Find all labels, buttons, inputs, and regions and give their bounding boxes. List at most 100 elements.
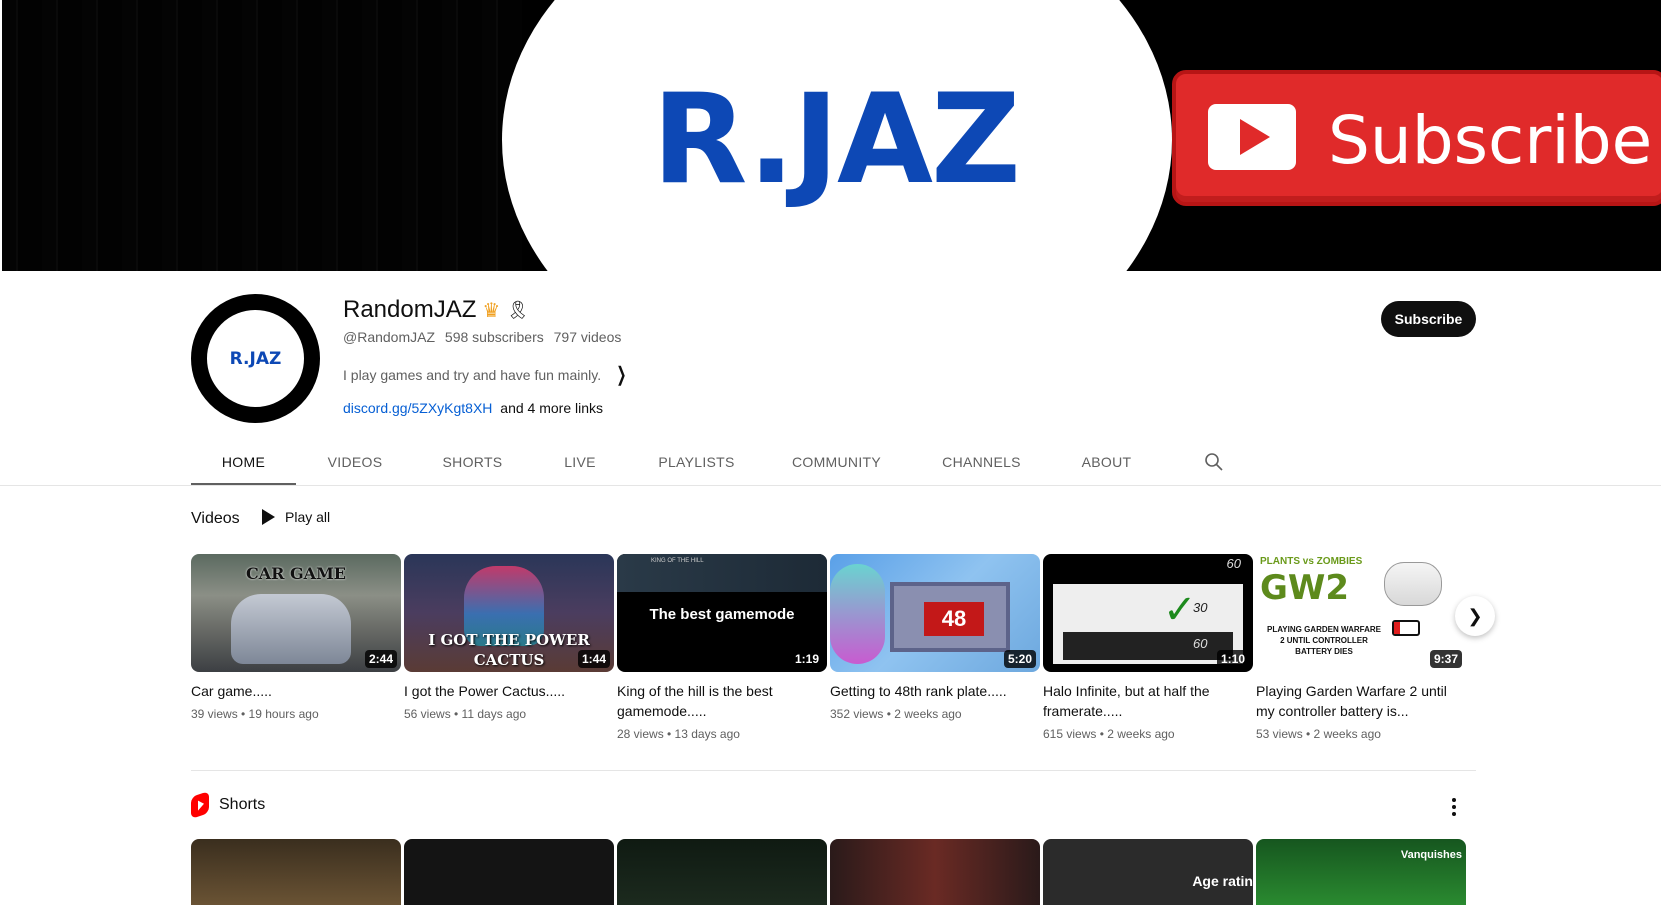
tab-community[interactable]: COMMUNITY [764, 446, 909, 486]
tab-about[interactable]: ABOUT [1054, 446, 1159, 486]
channel-banner: R.JAZ Subscribe [2, 0, 1661, 271]
video-title[interactable]: King of the hill is the best gamemode...… [617, 681, 827, 721]
fps-label: 60 [1193, 636, 1208, 651]
video-title[interactable]: I got the Power Cactus..... [404, 681, 614, 701]
banner-subscribe-graphic: Subscribe [1172, 70, 1661, 206]
car-image [231, 594, 351, 664]
banner-subscribe-text: Subscribe [1328, 102, 1653, 179]
channel-link[interactable]: discord.gg/5ZXyKgt8XH [343, 400, 492, 416]
tab-home[interactable]: HOME [191, 446, 296, 486]
tab-live[interactable]: LIVE [531, 446, 629, 486]
short-card[interactable]: Age ratin [1043, 839, 1253, 905]
channel-avatar[interactable]: R.JAZ [191, 294, 320, 423]
videos-shelf-title[interactable]: Videos [191, 510, 240, 528]
video-thumbnail[interactable]: PLANTS vs ZOMBIES GW2 PLAYING GARDEN WAR… [1256, 554, 1466, 672]
shorts-icon [191, 791, 209, 819]
tab-shorts[interactable]: SHORTS [414, 446, 531, 486]
short-card[interactable] [191, 839, 401, 905]
play-icon [1208, 104, 1296, 170]
video-duration: 1:19 [790, 650, 823, 668]
ribbon-icon: 🎗 [506, 299, 530, 320]
video-duration: 2:44 [364, 650, 397, 668]
more-links[interactable]: and 4 more links [500, 400, 603, 416]
video-thumbnail[interactable]: CAR GAME 2:44 [191, 554, 401, 672]
play-all-label: Play all [285, 509, 331, 525]
avatar-text: R.JAZ [229, 348, 282, 369]
channel-description[interactable]: I play games and try and have fun mainly… [343, 362, 630, 387]
subscribe-button[interactable]: Subscribe [1381, 301, 1476, 337]
video-meta: 56 views • 11 days ago [404, 707, 527, 721]
short-card[interactable]: Vanquishes [1256, 839, 1466, 905]
search-icon[interactable] [1204, 452, 1224, 472]
character-image [830, 564, 885, 664]
tab-channels[interactable]: CHANNELS [909, 446, 1054, 486]
video-title[interactable]: Playing Garden Warfare 2 until my contro… [1256, 681, 1466, 721]
shorts-shelf-header[interactable]: Shorts [191, 791, 266, 819]
fps-label: 60 [1226, 556, 1241, 571]
tab-videos[interactable]: VIDEOS [296, 446, 414, 486]
video-thumbnail[interactable]: 48 5:20 [830, 554, 1040, 672]
video-duration: 9:37 [1429, 650, 1462, 668]
video-meta: 28 views • 13 days ago [617, 727, 740, 741]
video-card[interactable]: 48 5:20 Getting to 48th rank plate..... … [830, 554, 1040, 721]
video-meta: 53 views • 2 weeks ago [1256, 727, 1381, 741]
thumbnail-header-text: KING OF THE HILL [651, 558, 704, 564]
video-duration: 1:44 [577, 650, 610, 668]
video-title[interactable]: Halo Infinite, but at half the framerate… [1043, 681, 1253, 721]
tab-playlists[interactable]: PLAYLISTS [629, 446, 764, 486]
thumbnail-logo: GW2 [1260, 568, 1350, 608]
check-icon: ✓ [1163, 588, 1197, 632]
short-overlay-text: Vanquishes [1400, 849, 1462, 861]
controller-image [1384, 562, 1442, 606]
chevron-right-icon[interactable]: ❯ [616, 362, 626, 387]
short-overlay-text: Age ratin [1192, 873, 1253, 889]
video-title[interactable]: Getting to 48th rank plate..... [830, 681, 1040, 701]
channel-links: discord.gg/5ZXyKgt8XH and 4 more links [343, 400, 603, 416]
rank-number: 48 [924, 602, 984, 636]
video-meta: 352 views • 2 weeks ago [830, 707, 962, 721]
description-text: I play games and try and have fun mainly… [343, 366, 602, 383]
channel-meta: @RandomJAZ 598 subscribers 797 videos [343, 329, 627, 345]
channel-handle: @RandomJAZ [343, 329, 436, 345]
play-icon [262, 509, 275, 525]
framerate-bar [1063, 632, 1233, 660]
video-thumbnail[interactable]: KING OF THE HILL The best gamemode 1:19 [617, 554, 827, 672]
short-card[interactable] [830, 839, 1040, 905]
video-meta: 615 views • 2 weeks ago [1043, 727, 1175, 741]
video-card[interactable]: 60 30 ✓ 60 1:10 Halo Infinite, but at ha… [1043, 554, 1253, 741]
framerate-panel [1053, 584, 1243, 664]
battery-icon [1392, 620, 1420, 636]
banner-background [2, 0, 522, 271]
video-card[interactable]: CAR GAME 2:44 Car game..... 39 views • 1… [191, 554, 401, 721]
thumbnail-text: PLAYING GARDEN WARFARE 2 UNTIL CONTROLLE… [1267, 625, 1381, 656]
shelf-next-button[interactable]: ❯ [1455, 596, 1495, 636]
video-meta: 39 views • 19 hours ago [191, 707, 319, 721]
banner-logo: R.JAZ [652, 68, 1021, 212]
play-all-button[interactable]: Play all [262, 509, 330, 525]
shelf-divider [191, 770, 1476, 771]
more-options-icon[interactable] [1452, 795, 1456, 819]
channel-name: RandomJAZ [343, 296, 477, 323]
video-card[interactable]: KING OF THE HILL The best gamemode 1:19 … [617, 554, 827, 741]
channel-tabs: HOME VIDEOS SHORTS LIVE PLAYLISTS COMMUN… [191, 446, 1159, 486]
crown-icon: ♛ [482, 299, 501, 322]
chevron-right-icon: ❯ [1467, 605, 1483, 626]
short-card[interactable] [404, 839, 614, 905]
channel-name-row: RandomJAZ ♛ 🎗 [343, 296, 529, 324]
video-thumbnail[interactable]: 60 30 ✓ 60 1:10 [1043, 554, 1253, 672]
tabs-divider [0, 485, 1661, 486]
video-card[interactable]: I GOT THE POWER CACTUS 1:44 I got the Po… [404, 554, 614, 721]
video-count: 797 videos [553, 329, 622, 345]
thumbnail-text: CAR GAME [246, 564, 346, 583]
thumbnail-text: The best gamemode [649, 606, 795, 623]
video-duration: 1:10 [1216, 650, 1249, 668]
short-card[interactable] [617, 839, 827, 905]
video-title[interactable]: Car game..... [191, 681, 401, 701]
subscriber-count: 598 subscribers [444, 329, 544, 345]
thumbnail-logo-top: PLANTS vs ZOMBIES [1260, 556, 1363, 567]
video-duration: 5:20 [1003, 650, 1036, 668]
video-card[interactable]: PLANTS vs ZOMBIES GW2 PLAYING GARDEN WAR… [1256, 554, 1466, 741]
shorts-shelf-title: Shorts [219, 796, 266, 813]
rank-plate: 48 [890, 582, 1010, 652]
video-thumbnail[interactable]: I GOT THE POWER CACTUS 1:44 [404, 554, 614, 672]
